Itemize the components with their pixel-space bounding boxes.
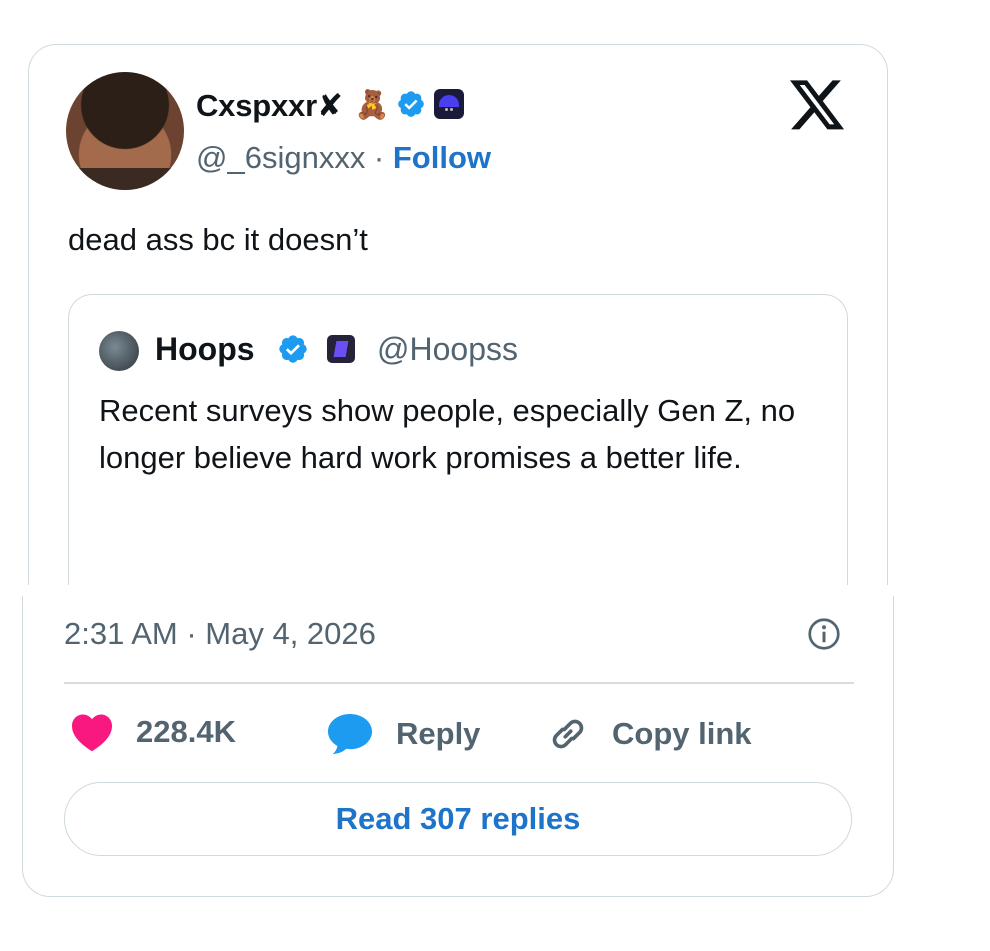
author-handle-row: @_6signxxx · Follow xyxy=(196,140,491,176)
divider xyxy=(64,682,854,684)
x-logo-icon[interactable] xyxy=(790,80,846,132)
like-count: 228.4K xyxy=(136,714,236,749)
link-icon xyxy=(552,719,584,749)
author-handle[interactable]: @_6signxxx · xyxy=(196,140,393,175)
reply-bubble-icon xyxy=(328,714,372,754)
heart-icon xyxy=(72,714,112,752)
author-badges: 🧸 xyxy=(354,86,464,122)
read-replies-button[interactable]: Read 307 replies xyxy=(64,782,852,856)
follow-link[interactable]: Follow xyxy=(393,140,491,175)
quoted-tweet[interactable]: Hoops @Hoopss Recent surveys show people… xyxy=(68,294,848,585)
like-button[interactable]: 228.4K xyxy=(70,712,236,752)
quoted-author-handle[interactable]: @Hoopss xyxy=(377,331,518,368)
verified-badge-icon xyxy=(398,91,424,117)
copy-link-label: Copy link xyxy=(612,716,752,751)
affiliate-badge-icon[interactable] xyxy=(434,89,464,119)
info-icon[interactable] xyxy=(806,616,842,652)
copy-link-button[interactable]: Copy link xyxy=(546,712,752,756)
quoted-author-avatar[interactable] xyxy=(99,331,139,371)
author-display-name[interactable]: Cxspxxr✘ xyxy=(196,88,343,124)
quoted-author-name[interactable]: Hoops xyxy=(155,331,255,368)
affiliate-badge-icon[interactable] xyxy=(327,335,355,363)
tweet-timestamp[interactable]: 2:31 AM · May 4, 2026 xyxy=(64,616,376,652)
quoted-tweet-text: Recent surveys show people, especially G… xyxy=(99,393,796,475)
reply-button[interactable]: Reply xyxy=(326,712,480,756)
reply-label: Reply xyxy=(396,716,481,751)
teddy-bear-icon: 🧸 xyxy=(354,88,390,120)
tweet-text: dead ass bc it doesn’t xyxy=(68,222,368,257)
author-avatar[interactable] xyxy=(66,72,184,190)
verified-badge-icon xyxy=(279,335,307,363)
